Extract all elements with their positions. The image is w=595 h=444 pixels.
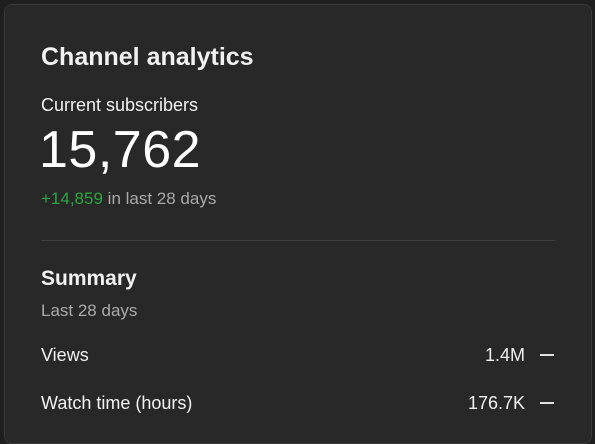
dash-icon xyxy=(540,402,554,404)
section-divider xyxy=(41,240,555,241)
subscribers-change-delta: +14,859 xyxy=(41,189,103,208)
metric-label-views: Views xyxy=(41,344,89,365)
metric-value-watch-time: 176.7K xyxy=(467,392,525,413)
metric-label-watch-time: Watch time (hours) xyxy=(41,392,193,413)
card-title: Channel analytics xyxy=(41,43,254,71)
dash-icon xyxy=(540,354,554,356)
subscribers-change: +14,859 in last 28 days xyxy=(41,189,216,209)
subscribers-change-suffix: in last 28 days xyxy=(102,189,217,208)
current-subscribers-label: Current subscribers xyxy=(41,95,199,115)
channel-analytics-card: Channel analytics Current subscribers 15… xyxy=(4,4,592,444)
metric-right-views: 1.4M xyxy=(485,345,555,366)
summary-title: Summary xyxy=(41,267,137,290)
metric-row-watch-time: Watch time (hours) 176.7K xyxy=(41,390,555,416)
summary-period: Last 28 days xyxy=(41,301,138,320)
current-subscribers-count: 15,762 xyxy=(39,121,202,179)
metric-row-views: Views 1.4M xyxy=(41,342,555,368)
metric-right-watch-time: 176.7K xyxy=(468,393,555,414)
metric-value-views: 1.4M xyxy=(484,344,525,365)
